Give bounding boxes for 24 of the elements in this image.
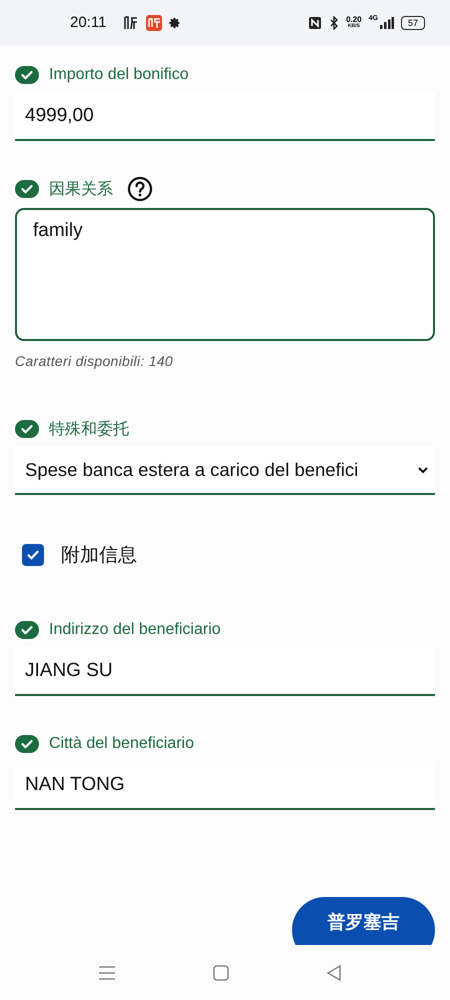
checkbox-label: 附加信息	[61, 544, 137, 568]
app-glyph-icon	[123, 14, 140, 30]
text-area[interactable]: family	[15, 208, 435, 341]
menu-icon	[98, 964, 116, 980]
clock-time: 20:11	[70, 14, 106, 31]
helper-text: Caratteri disponibili: 140	[15, 353, 174, 369]
field-label: 因果关系	[49, 180, 113, 200]
back-icon	[326, 964, 342, 980]
field-label: Indirizzo del beneficiario	[49, 621, 221, 639]
battery-indicator: 57	[400, 16, 425, 30]
help-icon[interactable]	[127, 176, 153, 202]
signal-icon	[380, 16, 394, 28]
field-label: 特殊和委托	[49, 420, 129, 440]
network-speed: 0.20	[346, 16, 362, 24]
chevron-down-icon	[417, 466, 429, 474]
app-notification-icon	[146, 14, 162, 30]
field-label: Città del beneficiario	[49, 735, 194, 753]
home-icon	[212, 964, 229, 980]
bluetooth-icon	[329, 16, 340, 30]
proceed-button[interactable]: 普罗塞吉	[292, 897, 435, 945]
settings-icon	[169, 16, 182, 28]
checkbox[interactable]	[22, 544, 44, 566]
field-label: Importo del bonifico	[49, 66, 189, 84]
nfc-icon	[308, 16, 322, 30]
